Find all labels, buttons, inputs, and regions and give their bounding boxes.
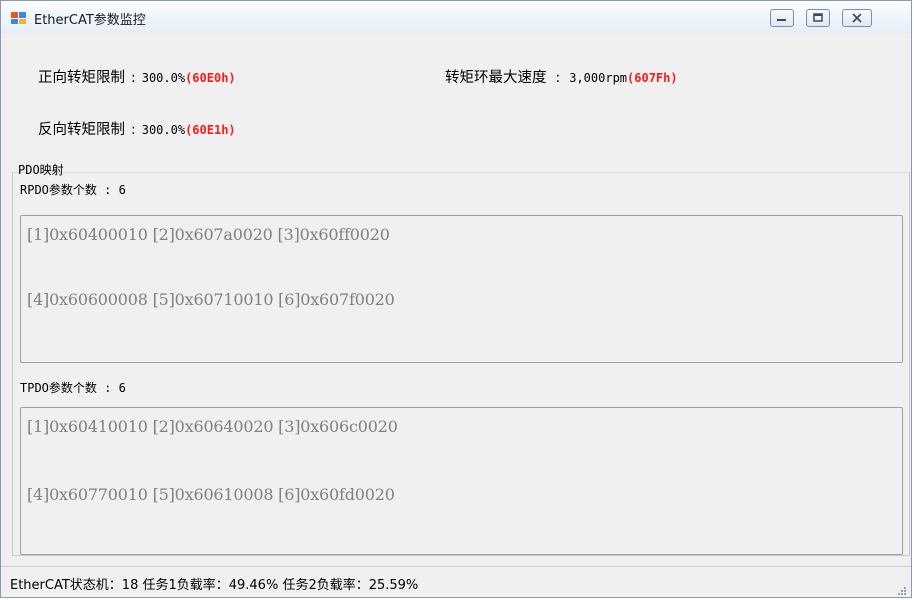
rpdo-count-label: RPDO参数个数 : 6 <box>20 183 126 197</box>
tpdo-line-2: [4]0x60770010 [5]0x60610008 [6]0x60fd002… <box>27 485 395 504</box>
minimize-icon <box>777 19 786 21</box>
maximize-button[interactable] <box>806 9 830 27</box>
rev-torque-value: 300.0% <box>141 123 186 137</box>
rev-torque-label: 反向转矩限制 <box>38 122 125 138</box>
max-speed-sep: : <box>555 70 561 86</box>
main-window: EtherCAT参数监控 正向转矩限制:300.0%(60E0h) 转矩环最大速… <box>0 0 912 598</box>
fwd-torque-limit: 正向转矩限制:300.0%(60E0h) <box>38 66 236 87</box>
fwd-torque-label: 正向转矩限制 <box>38 70 125 86</box>
client-area: 正向转矩限制:300.0%(60E0h) 转矩环最大速度:3,000rpm(60… <box>1 33 911 597</box>
window-title: EtherCAT参数监控 <box>34 13 146 28</box>
close-icon <box>852 13 862 23</box>
minimize-button[interactable] <box>770 9 794 27</box>
tpdo-count-label: TPDO参数个数 : 6 <box>20 381 126 395</box>
status-text: EtherCAT状态机：18 任务1负载率：49.46% 任务2负载率：25.5… <box>10 578 419 593</box>
tpdo-line-1: [1]0x60410010 [2]0x60640020 [3]0x606c002… <box>27 417 398 436</box>
rpdo-list-box[interactable]: [1]0x60400010 [2]0x607a0020 [3]0x60ff002… <box>20 215 903 363</box>
max-speed-value: 3,000rpm <box>569 71 628 85</box>
rev-torque-code: (60E1h) <box>185 123 236 137</box>
close-button[interactable] <box>842 9 872 27</box>
rpdo-line-1: [1]0x60400010 [2]0x607a0020 [3]0x60ff002… <box>27 225 390 244</box>
fwd-torque-value: 300.0% <box>141 71 186 85</box>
fwd-torque-sep: : <box>131 70 136 86</box>
rev-torque-sep: : <box>131 122 136 138</box>
max-speed-code: (607Fh) <box>627 71 678 85</box>
maximize-icon <box>813 13 823 22</box>
rev-torque-limit: 反向转矩限制:300.0%(60E1h) <box>38 118 236 139</box>
ethercat-app-icon <box>11 10 27 24</box>
tpdo-list-box[interactable]: [1]0x60410010 [2]0x60640020 [3]0x606c002… <box>20 407 903 555</box>
status-bar: EtherCAT状态机：18 任务1负载率：49.46% 任务2负载率：25.5… <box>1 566 911 597</box>
rpdo-line-2: [4]0x60600008 [5]0x60710010 [6]0x607f002… <box>27 290 395 309</box>
max-speed: 转矩环最大速度:3,000rpm(607Fh) <box>445 66 678 87</box>
title-bar[interactable]: EtherCAT参数监控 <box>1 1 911 33</box>
resize-grip-icon[interactable] <box>895 581 907 595</box>
max-speed-label: 转矩环最大速度 <box>445 70 547 86</box>
pdo-group-title: PDO映射 <box>18 163 64 177</box>
fwd-torque-code: (60E0h) <box>185 71 236 85</box>
